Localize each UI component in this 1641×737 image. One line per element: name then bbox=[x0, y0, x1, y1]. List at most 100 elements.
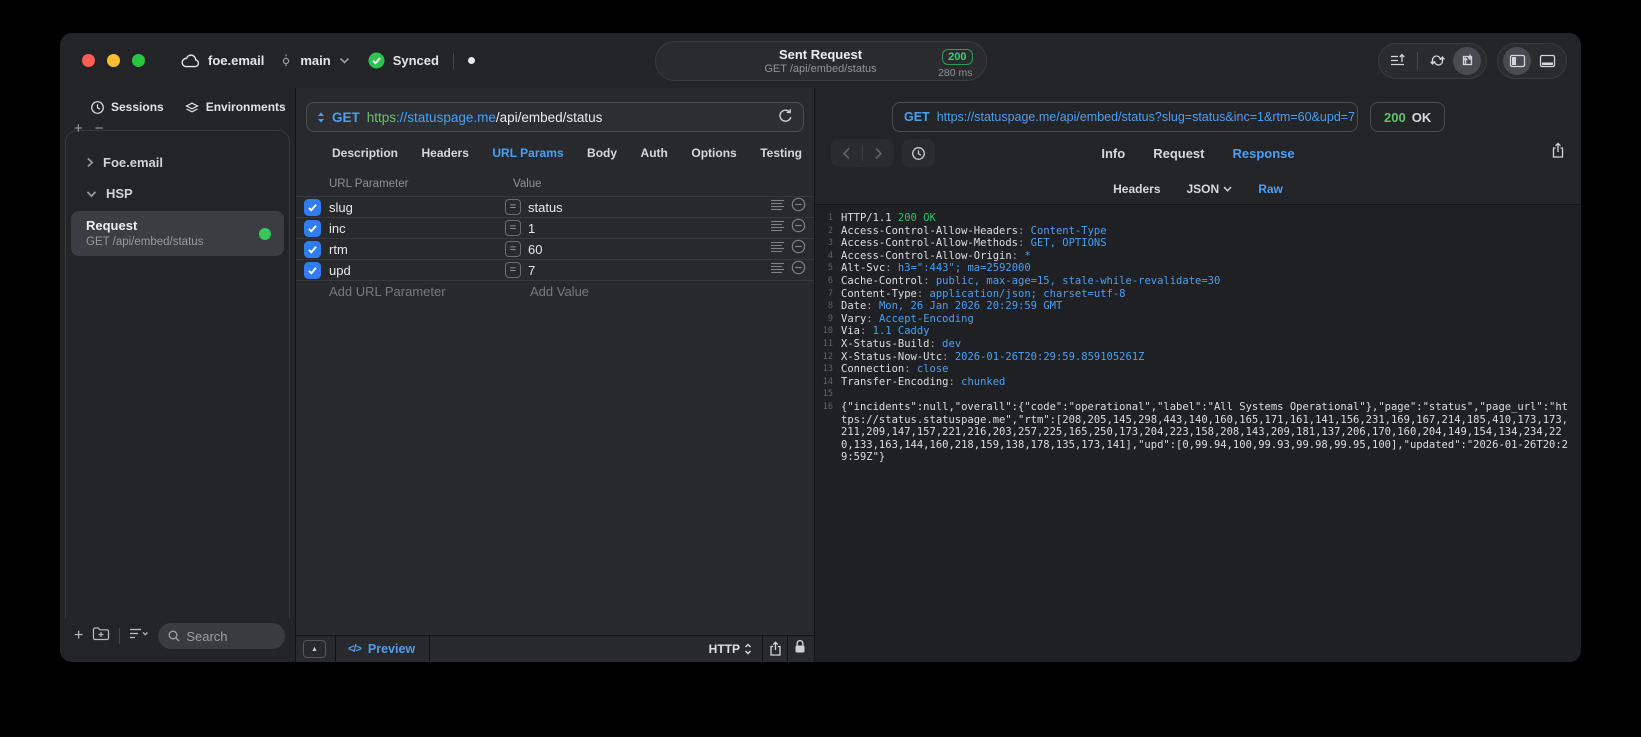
viewer-subtab-raw[interactable]: Raw bbox=[1258, 182, 1283, 196]
remove-param-icon[interactable] bbox=[791, 239, 806, 259]
viewer-tab-response[interactable]: Response bbox=[1232, 146, 1294, 161]
response-body[interactable]: 1 HTTP/1.1 200 OK 2 Access-Control-Allow-He… bbox=[815, 204, 1581, 662]
line-content: Access-Control-Allow-Headers: Content-Ty… bbox=[841, 224, 1107, 237]
param-checkbox[interactable] bbox=[304, 198, 321, 216]
lock-icon[interactable] bbox=[794, 639, 806, 659]
titlebar: foe.email main Synced Sent Request GET /… bbox=[60, 33, 1581, 88]
sort-filter-button[interactable] bbox=[129, 627, 149, 645]
equals-icon: = bbox=[505, 220, 521, 236]
line-number: 10 bbox=[822, 326, 833, 337]
branch-name[interactable]: main bbox=[300, 53, 330, 68]
line-content: Transfer-Encoding: chunked bbox=[841, 375, 1006, 388]
remove-session-button[interactable]: − bbox=[95, 121, 104, 136]
editor-tab-url-params[interactable]: URL Params bbox=[492, 146, 563, 160]
param-checkbox[interactable] bbox=[304, 219, 321, 237]
line-content: Connection: close bbox=[841, 363, 949, 376]
project-name[interactable]: foe.email bbox=[208, 53, 264, 68]
history-nav bbox=[831, 139, 894, 167]
request-status-pill[interactable]: Sent Request GET /api/embed/status 200 2… bbox=[654, 41, 987, 81]
editor-tab-options[interactable]: Options bbox=[691, 146, 736, 160]
param-checkbox[interactable] bbox=[304, 261, 321, 279]
code-line: 8 Date: Mon, 26 Jan 2026 20:29:59 GMT bbox=[815, 300, 1571, 313]
code-line: 14 Transfer-Encoding: chunked bbox=[815, 376, 1571, 389]
line-content: {"incidents":null,"overall":{"code":"ope… bbox=[841, 400, 1568, 464]
window-zoom-button[interactable] bbox=[132, 54, 145, 67]
history-forward-button[interactable] bbox=[863, 139, 894, 167]
request-list-button[interactable] bbox=[1384, 47, 1412, 75]
line-number: 12 bbox=[822, 351, 833, 362]
history-clock-button[interactable] bbox=[902, 139, 935, 167]
editor-tab-testing[interactable]: Testing bbox=[760, 146, 802, 160]
protocol-selector[interactable]: HTTP bbox=[709, 642, 752, 656]
method-label[interactable]: GET bbox=[332, 110, 360, 125]
param-name[interactable]: rtm bbox=[329, 242, 505, 257]
export-response-button[interactable] bbox=[1551, 142, 1565, 164]
param-name[interactable]: upd bbox=[329, 263, 505, 278]
add-session-button[interactable]: + bbox=[74, 121, 83, 136]
viewer-tab-info[interactable]: Info bbox=[1101, 146, 1125, 161]
equals-icon: = bbox=[505, 199, 521, 215]
sidebar-tab-environments[interactable]: Environments bbox=[184, 100, 286, 115]
footer-separator bbox=[119, 628, 121, 644]
tree-item-hsp[interactable]: HSP bbox=[66, 178, 289, 209]
sent-request-url[interactable]: GET https://statuspage.me/api/embed/stat… bbox=[892, 102, 1358, 132]
line-content: Content-Type: application/json; charset=… bbox=[841, 287, 1126, 300]
drag-handle-icon[interactable] bbox=[770, 219, 785, 237]
url-input[interactable]: https://statuspage.me/api/embed/status bbox=[367, 110, 771, 125]
code-line: 4 Access-Control-Allow-Origin: * bbox=[815, 250, 1571, 263]
sent-method: GET bbox=[904, 110, 930, 124]
history-back-button[interactable] bbox=[831, 139, 862, 167]
viewer-subtab-headers[interactable]: Headers bbox=[1113, 182, 1160, 196]
url-bar[interactable]: GET https://statuspage.me/api/embed/stat… bbox=[306, 102, 804, 132]
code-line: 1 HTTP/1.1 200 OK bbox=[815, 212, 1571, 225]
drag-handle-icon[interactable] bbox=[770, 240, 785, 258]
remove-param-icon[interactable] bbox=[791, 197, 806, 217]
share-button[interactable] bbox=[763, 637, 787, 661]
import-export-button[interactable] bbox=[1453, 46, 1481, 75]
window-minimize-button[interactable] bbox=[107, 54, 120, 67]
param-value[interactable]: 7 bbox=[528, 263, 770, 278]
add-param-name-placeholder[interactable]: Add URL Parameter bbox=[329, 284, 530, 299]
footer-divider bbox=[429, 636, 431, 662]
git-sync-button[interactable] bbox=[1423, 47, 1451, 75]
add-param-value-placeholder[interactable]: Add Value bbox=[530, 284, 589, 299]
param-name[interactable]: slug bbox=[329, 200, 505, 215]
layout-bottom-panel-button[interactable] bbox=[1533, 47, 1561, 75]
param-checkbox[interactable] bbox=[304, 240, 321, 258]
viewer-tab-request[interactable]: Request bbox=[1153, 146, 1204, 161]
line-number: 14 bbox=[822, 376, 833, 387]
param-name[interactable]: inc bbox=[329, 221, 505, 236]
tree-item-foe-email[interactable]: Foe.email bbox=[66, 147, 289, 178]
viewer-subtab-json[interactable]: JSON bbox=[1187, 182, 1233, 196]
send-reload-icon[interactable] bbox=[778, 108, 793, 127]
remove-param-icon[interactable] bbox=[791, 260, 806, 280]
request-item-subtitle: GET /api/embed/status bbox=[86, 236, 204, 248]
editor-tab-description[interactable]: Description bbox=[332, 146, 398, 160]
param-value[interactable]: 60 bbox=[528, 242, 770, 257]
line-number: 15 bbox=[822, 389, 833, 400]
column-header-value: Value bbox=[513, 178, 542, 190]
method-stepper-icon[interactable] bbox=[317, 111, 325, 124]
param-value[interactable]: 1 bbox=[528, 221, 770, 236]
param-row: rtm = 60 bbox=[296, 238, 814, 259]
request-list-item-selected[interactable]: Request GET /api/embed/status bbox=[71, 211, 284, 256]
add-group-button[interactable] bbox=[92, 626, 110, 646]
branch-chevron-icon[interactable] bbox=[339, 57, 350, 64]
editor-tab-body[interactable]: Body bbox=[587, 146, 617, 160]
layout-sidebar-button[interactable] bbox=[1503, 46, 1531, 75]
line-number: 1 bbox=[827, 213, 833, 223]
preview-button[interactable]: </> Preview bbox=[348, 642, 415, 656]
search-field[interactable]: Search bbox=[158, 623, 285, 649]
editor-tabs: Description Headers URL Params Body Auth Opti… bbox=[296, 132, 814, 172]
editor-tab-auth[interactable]: Auth bbox=[641, 146, 668, 160]
drag-handle-icon[interactable] bbox=[770, 261, 785, 279]
param-value[interactable]: status bbox=[528, 200, 770, 215]
collapse-panel-button[interactable]: ▲ bbox=[303, 640, 326, 658]
drag-handle-icon[interactable] bbox=[770, 198, 785, 216]
window-close-button[interactable] bbox=[82, 54, 95, 67]
add-param-row[interactable]: Add URL Parameter Add Value bbox=[296, 280, 814, 302]
sidebar-tab-sessions[interactable]: Sessions bbox=[90, 100, 164, 115]
remove-param-icon[interactable] bbox=[791, 218, 806, 238]
editor-tab-headers[interactable]: Headers bbox=[422, 146, 469, 160]
add-request-button[interactable]: + bbox=[74, 628, 83, 644]
